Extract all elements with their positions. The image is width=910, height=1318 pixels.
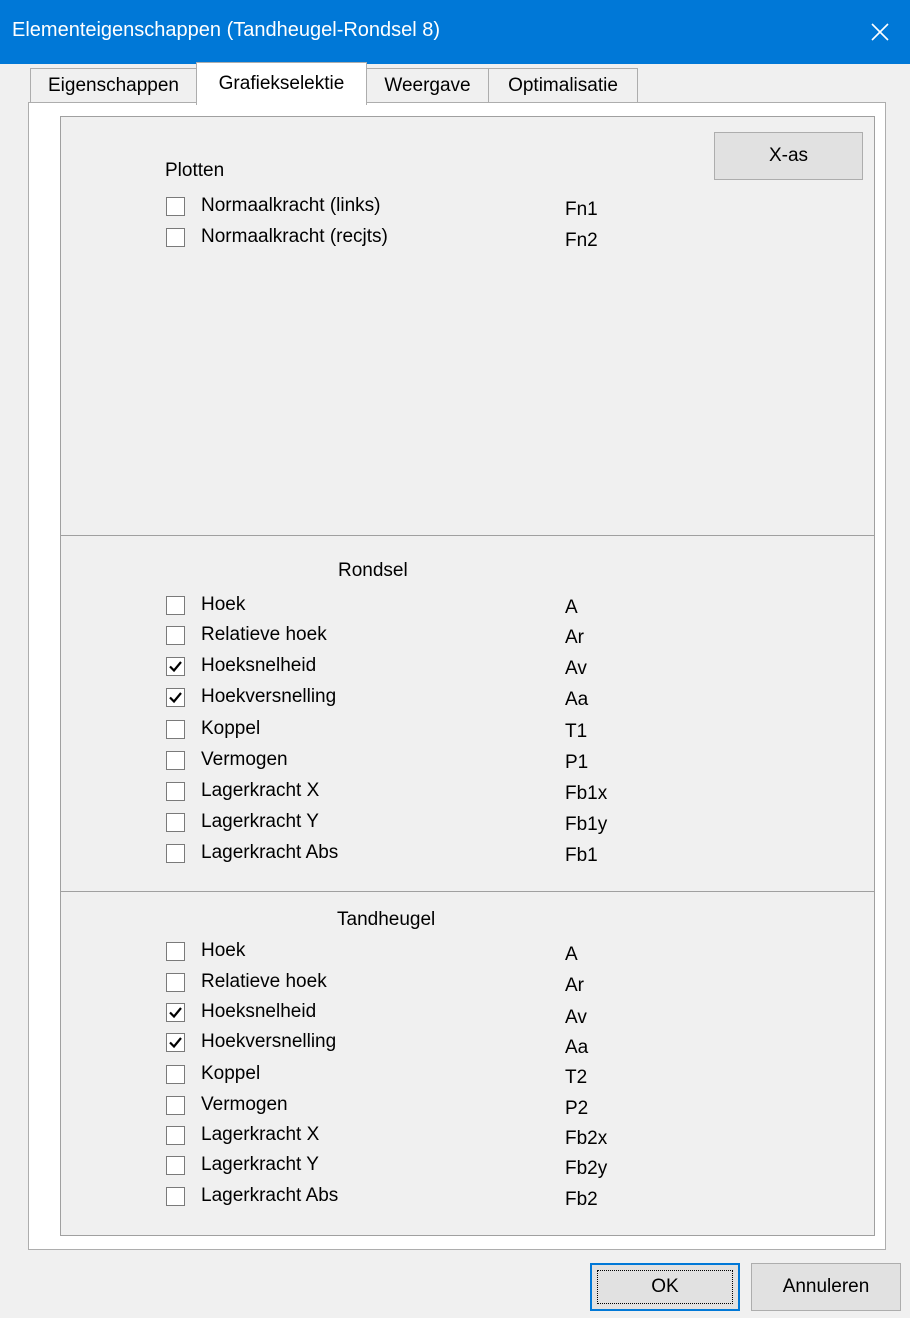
tandheugel-series-code: Fb2x: [565, 1128, 608, 1149]
rondsel-title: Rondsel: [338, 560, 408, 581]
window-title: Elementeigenschappen (Tandheugel-Rondsel…: [12, 19, 441, 41]
tandheugel-series-code: Av: [565, 1007, 587, 1028]
x-as-button-label: X-as: [768, 145, 809, 166]
rondsel-checkbox[interactable]: [166, 844, 185, 863]
tandheugel-checkbox-label: Lagerkracht Y: [201, 1154, 319, 1175]
cancel-button-label: Annuleren: [782, 1276, 870, 1297]
tab-label: Optimalisatie: [508, 75, 618, 96]
tandheugel-checkbox[interactable]: [166, 1187, 185, 1206]
rondsel-series-code: A: [565, 597, 578, 618]
tandheugel-series-code: Ar: [565, 975, 584, 996]
rondsel-series-code: Ar: [565, 627, 584, 648]
tandheugel-series-code: A: [565, 944, 578, 965]
rondsel-checkbox-label: Lagerkracht Y: [201, 811, 319, 832]
tandheugel-series-code: Fb2y: [565, 1158, 608, 1179]
checkmark-icon: [169, 661, 182, 673]
x-as-button[interactable]: X-as: [714, 132, 863, 180]
rondsel-checkbox[interactable]: [166, 596, 185, 615]
tab-weergave[interactable]: Weergave: [366, 68, 489, 103]
rondsel-checkbox[interactable]: [166, 688, 185, 707]
rondsel-series-code: Aa: [565, 689, 589, 710]
tandheugel-series-code: Aa: [565, 1037, 589, 1058]
tandheugel-checkbox-label: Relatieve hoek: [201, 971, 327, 992]
rondsel-series-code: T1: [565, 721, 588, 742]
tandheugel-checkbox[interactable]: [166, 1156, 185, 1175]
checkmark-icon: [169, 692, 182, 704]
tandheugel-checkbox[interactable]: [166, 1065, 185, 1084]
plotten-checkbox-label: Normaalkracht (links): [201, 195, 381, 216]
plotten-series-code: Fn2: [565, 230, 598, 251]
plotten-checkbox-label: Normaalkracht (recjts): [201, 226, 388, 247]
tab-label: Eigenschappen: [48, 75, 179, 96]
tandheugel-checkbox[interactable]: [166, 1033, 185, 1052]
rondsel-series-code: Fb1x: [565, 783, 608, 804]
tandheugel-checkbox-label: Hoeksnelheid: [201, 1001, 317, 1022]
tandheugel-checkbox[interactable]: [166, 973, 185, 992]
rondsel-checkbox-label: Hoeksnelheid: [201, 655, 317, 676]
tab-label: Weergave: [384, 75, 471, 96]
tandheugel-series-code: P2: [565, 1098, 589, 1119]
rondsel-checkbox[interactable]: [166, 813, 185, 832]
rondsel-checkbox-label: Koppel: [201, 718, 261, 739]
rondsel-checkbox[interactable]: [166, 751, 185, 770]
title-bar: Elementeigenschappen (Tandheugel-Rondsel…: [0, 0, 910, 64]
tandheugel-checkbox-label: Hoekversnelling: [201, 1031, 337, 1052]
tab-grafiekselektie[interactable]: Grafiekselektie: [196, 62, 367, 105]
focus-rectangle: [597, 1270, 733, 1304]
tandheugel-checkbox[interactable]: [166, 1126, 185, 1145]
tandheugel-series-code: Fb2: [565, 1189, 598, 1210]
tandheugel-checkbox[interactable]: [166, 942, 185, 961]
close-icon[interactable]: [850, 0, 910, 64]
ok-button[interactable]: OK: [590, 1263, 740, 1311]
tab-label: Grafiekselektie: [218, 73, 345, 94]
rondsel-checkbox[interactable]: [166, 720, 185, 739]
rondsel-checkbox-label: Hoek: [201, 594, 246, 615]
plotten-checkbox[interactable]: [166, 197, 185, 216]
plotten-series-code: Fn1: [565, 199, 598, 220]
tandheugel-checkbox-label: Vermogen: [201, 1094, 288, 1115]
tandheugel-title: Tandheugel: [337, 909, 436, 930]
tandheugel-checkbox[interactable]: [166, 1003, 185, 1022]
tandheugel-series-code: T2: [565, 1067, 588, 1088]
rondsel-checkbox-label: Hoekversnelling: [201, 686, 337, 707]
rondsel-series-code: Fb1: [565, 845, 598, 866]
plotten-title: Plotten: [165, 160, 225, 181]
rondsel-series-code: Av: [565, 658, 587, 679]
tandheugel-checkbox[interactable]: [166, 1096, 185, 1115]
rondsel-checkbox-label: Lagerkracht Abs: [201, 842, 339, 863]
checkmark-icon: [169, 1007, 182, 1019]
checkmark-icon: [169, 1037, 182, 1049]
tandheugel-checkbox-label: Hoek: [201, 940, 246, 961]
tandheugel-checkbox-label: Lagerkracht X: [201, 1124, 320, 1145]
rondsel-checkbox-label: Relatieve hoek: [201, 624, 327, 645]
rondsel-checkbox-label: Vermogen: [201, 749, 288, 770]
tab-optimalisatie[interactable]: Optimalisatie: [488, 68, 638, 103]
rondsel-checkbox[interactable]: [166, 657, 185, 676]
tab-eigenschappen[interactable]: Eigenschappen: [30, 68, 197, 103]
cancel-button[interactable]: Annuleren: [751, 1263, 901, 1311]
rondsel-checkbox[interactable]: [166, 782, 185, 801]
rondsel-series-code: P1: [565, 752, 589, 773]
rondsel-series-code: Fb1y: [565, 814, 608, 835]
rondsel-group: [60, 535, 875, 892]
tandheugel-checkbox-label: Koppel: [201, 1063, 261, 1084]
rondsel-checkbox[interactable]: [166, 626, 185, 645]
rondsel-checkbox-label: Lagerkracht X: [201, 780, 320, 801]
plotten-checkbox[interactable]: [166, 228, 185, 247]
tandheugel-checkbox-label: Lagerkracht Abs: [201, 1185, 339, 1206]
